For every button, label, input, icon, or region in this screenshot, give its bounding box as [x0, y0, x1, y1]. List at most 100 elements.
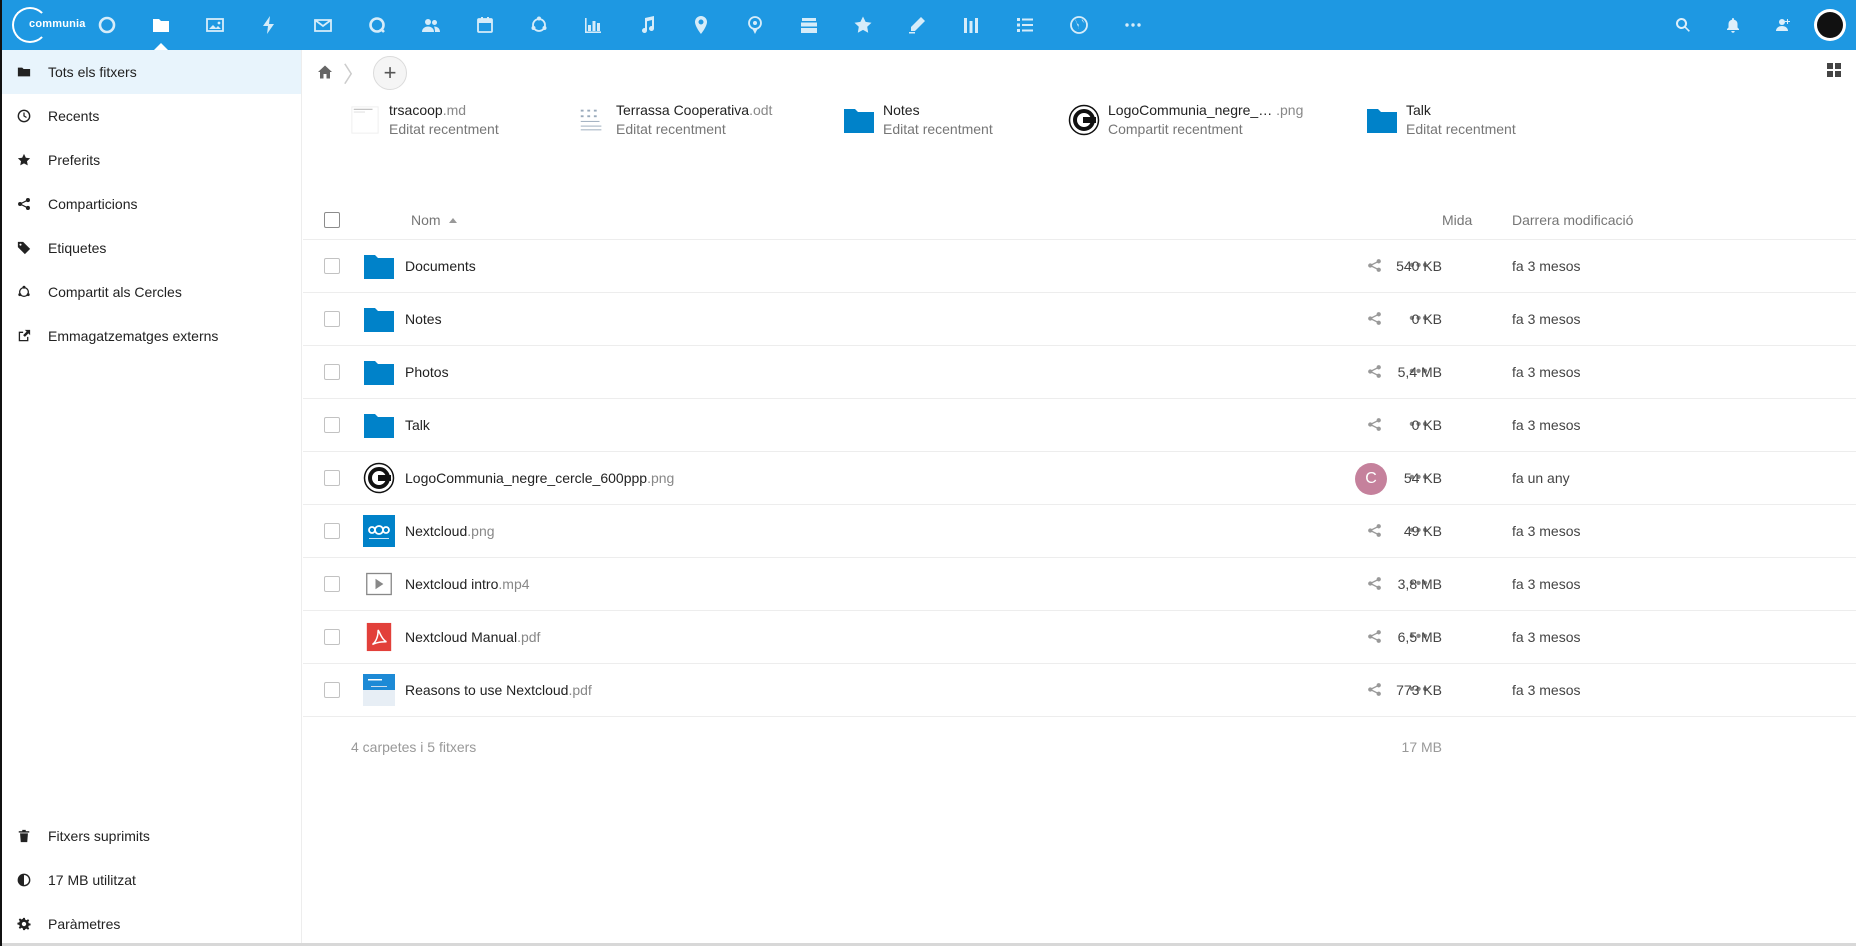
bookmarks-icon[interactable] [836, 0, 890, 50]
folder-icon [363, 409, 395, 441]
talk-icon[interactable] [350, 0, 404, 50]
recent-file-item[interactable]: Talk Editat recentment [1366, 102, 1516, 137]
row-checkbox[interactable] [324, 258, 340, 274]
sidebar-item-label: Paràmetres [48, 916, 121, 932]
file-size: 0 KB [1411, 417, 1442, 433]
file-thumbnail-icon [349, 104, 381, 136]
row-checkbox[interactable] [324, 682, 340, 698]
file-name[interactable]: Reasons to use Nextcloud.pdf [405, 682, 592, 698]
files-icon[interactable] [134, 0, 188, 50]
column-name[interactable]: Nom [411, 212, 457, 228]
summary-count: 4 carpetes i 5 fitxers [351, 739, 477, 755]
file-name[interactable]: LogoCommunia_negre_cercle_600ppp.png [405, 470, 674, 486]
sidebar-item-paràmetres[interactable]: Paràmetres [2, 902, 301, 946]
file-thumbnail-icon [363, 515, 395, 547]
file-modified: fa 3 mesos [1512, 417, 1581, 433]
deck-icon[interactable] [782, 0, 836, 50]
tasks-icon[interactable] [998, 0, 1052, 50]
forms-icon[interactable] [944, 0, 998, 50]
sidebar-item-tots-els-fitxers[interactable]: Tots els fitxers [2, 50, 301, 94]
table-row[interactable]: Photos ••• 5,4 MB fa 3 mesos [303, 346, 1856, 399]
dashboard-icon[interactable] [80, 0, 134, 50]
row-checkbox[interactable] [324, 417, 340, 433]
sidebar-item-17-mb-utilitzat[interactable]: 17 MB utilitzat [2, 858, 301, 902]
photos-icon[interactable] [188, 0, 242, 50]
file-name[interactable]: Nextcloud Manual.pdf [405, 629, 540, 645]
file-size: 54 KB [1403, 470, 1442, 486]
contacts-icon[interactable] [404, 0, 458, 50]
recent-file-item[interactable]: trsacoop.md Editat recentment [349, 102, 499, 137]
activity-icon[interactable] [242, 0, 296, 50]
table-row[interactable]: Notes ••• 0 KB fa 3 mesos [303, 293, 1856, 346]
table-row[interactable]: Nextcloud.png ••• 49 KB fa 3 mesos [303, 505, 1856, 558]
sidebar-item-recents[interactable]: Recents [2, 94, 301, 138]
location-icon[interactable] [728, 0, 782, 50]
row-checkbox[interactable] [324, 576, 340, 592]
table-row[interactable]: LogoCommunia_negre_cercle_600ppp.png C •••… [303, 452, 1856, 505]
folder-icon [363, 303, 395, 335]
sidebar-item-etiquetes[interactable]: Etiquetes [2, 226, 301, 270]
folder-icon [363, 356, 395, 388]
mail-icon[interactable] [296, 0, 350, 50]
search-icon[interactable] [1658, 0, 1708, 50]
row-checkbox[interactable] [324, 470, 340, 486]
file-name[interactable]: Talk [405, 417, 430, 433]
row-checkbox[interactable] [324, 311, 340, 327]
home-icon[interactable] [317, 64, 333, 83]
column-modified[interactable]: Darrera modificació [1512, 212, 1633, 228]
recent-file-name: trsacoop [389, 102, 443, 118]
sidebar-item-comparticions[interactable]: Comparticions [2, 182, 301, 226]
select-all-checkbox[interactable] [324, 212, 340, 228]
maps-icon[interactable] [674, 0, 728, 50]
calendar-icon[interactable] [458, 0, 512, 50]
file-name[interactable]: Photos [405, 364, 449, 380]
user-avatar[interactable] [1814, 9, 1846, 41]
summary-total-size: 17 MB [1401, 739, 1442, 755]
sidebar-item-fitxers-suprimits[interactable]: Fitxers suprimits [2, 814, 301, 858]
new-file-button[interactable]: + [373, 56, 408, 90]
trash-icon [16, 828, 32, 844]
file-modified: fa 3 mesos [1512, 364, 1581, 380]
notifications-bell-icon[interactable] [1708, 0, 1758, 50]
sidebar-item-preferits[interactable]: Preferits [2, 138, 301, 182]
row-checkbox[interactable] [324, 364, 340, 380]
table-row[interactable]: Documents ••• 540 KB fa 3 mesos [303, 240, 1856, 293]
recent-file-item[interactable]: LogoCommunia_negre_… .png Compartit recen… [1068, 102, 1303, 137]
sidebar-item-label: 17 MB utilitzat [48, 872, 136, 888]
sidebar-item-compartit-als-cercles[interactable]: Compartit als Cercles [2, 270, 301, 314]
file-thumbnail-icon [363, 462, 395, 494]
folder-icon [363, 250, 395, 282]
row-checkbox[interactable] [324, 523, 340, 539]
sidebar-item-label: Fitxers suprimits [48, 828, 150, 844]
music-icon[interactable] [620, 0, 674, 50]
recent-file-item[interactable]: Notes Editat recentment [843, 102, 993, 137]
pie-icon [16, 872, 32, 888]
file-name[interactable]: Nextcloud.png [405, 523, 495, 539]
sidebar-item-emmagatzematges-externs[interactable]: Emmagatzematges externs [2, 314, 301, 358]
external-link-icon [16, 328, 32, 344]
file-name[interactable]: Documents [405, 258, 476, 274]
clock-icon [16, 108, 32, 124]
file-name[interactable]: Nextcloud intro.mp4 [405, 576, 530, 592]
analytics-icon[interactable] [566, 0, 620, 50]
notes-icon[interactable] [890, 0, 944, 50]
communia-logo[interactable]: communia [2, 0, 85, 50]
grid-view-icon[interactable] [1826, 62, 1846, 82]
file-name[interactable]: Notes [405, 311, 442, 327]
table-row[interactable]: Reasons to use Nextcloud.pdf ••• 773 KB fa … [303, 664, 1856, 717]
file-size: 5,4 MB [1397, 364, 1442, 380]
sidebar-item-label: Etiquetes [48, 240, 107, 256]
folder-icon [843, 104, 875, 136]
table-row[interactable]: Nextcloud Manual.pdf ••• 6,5 MB fa 3 mesos [303, 611, 1856, 664]
more-apps-icon[interactable] [1106, 0, 1160, 50]
table-row[interactable]: Nextcloud intro.mp4 ••• 3,8 MB fa 3 mesos [303, 558, 1856, 611]
web-icon[interactable] [1052, 0, 1106, 50]
file-modified: fa 3 mesos [1512, 576, 1581, 592]
table-row[interactable]: Talk ••• 0 KB fa 3 mesos [303, 399, 1856, 452]
circles-icon[interactable] [512, 0, 566, 50]
column-size[interactable]: Mida [1442, 212, 1472, 228]
recent-file-item[interactable]: Terrassa Cooperativa.odt Editat recentmen… [576, 102, 772, 137]
file-size: 3,8 MB [1397, 576, 1442, 592]
row-checkbox[interactable] [324, 629, 340, 645]
contacts-menu-icon[interactable] [1758, 0, 1808, 50]
